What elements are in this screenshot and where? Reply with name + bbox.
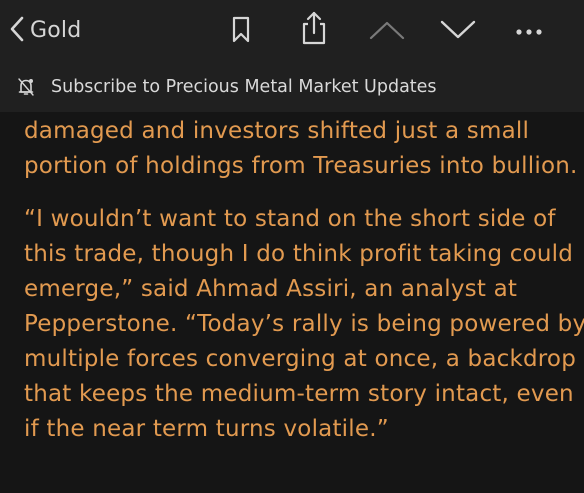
article-screen: Gold Subscribe to Precious Metal Market …	[0, 0, 584, 493]
bookmark-button[interactable]	[229, 16, 253, 48]
more-options-button[interactable]	[512, 22, 546, 40]
article-line: Pepperstone. “Today’s rally is being pow…	[24, 311, 584, 337]
article-paragraph: “I wouldn’t want to stand on the short s…	[24, 202, 584, 447]
previous-article-button[interactable]	[367, 20, 407, 44]
more-icon	[514, 22, 544, 41]
article-line: that keeps the medium-term story intact,…	[24, 381, 574, 407]
subscribe-banner[interactable]: Subscribe to Precious Metal Market Updat…	[0, 62, 584, 112]
article-line: “I wouldn’t want to stand on the short s…	[24, 206, 556, 232]
chevron-up-icon	[368, 19, 406, 45]
back-button[interactable]: Gold	[10, 14, 81, 48]
share-button[interactable]	[298, 10, 330, 50]
article-line: damaged and investors shifted just a sma…	[24, 118, 530, 144]
article-body: damaged and investors shifted just a sma…	[24, 114, 584, 447]
subscribe-label: Subscribe to Precious Metal Market Updat…	[51, 77, 437, 97]
top-nav-bar: Gold	[0, 0, 584, 62]
article-line: portion of holdings from Treasuries into…	[24, 153, 578, 179]
bookmark-icon	[231, 16, 251, 48]
share-icon	[299, 10, 329, 50]
back-button-label: Gold	[30, 18, 82, 43]
article-line: if the near term turns volatile.”	[24, 416, 389, 442]
chevron-left-icon	[10, 16, 24, 46]
next-article-button[interactable]	[438, 18, 478, 44]
article-line: emerge,” said Ahmad Assiri, an analyst a…	[24, 276, 518, 302]
article-paragraph: damaged and investors shifted just a sma…	[24, 114, 578, 184]
chevron-down-icon	[439, 17, 477, 45]
article-line: multiple forces converging at once, a ba…	[24, 346, 577, 372]
article-line: this trade, though I do think profit tak…	[24, 241, 574, 267]
bell-icon	[18, 78, 34, 96]
